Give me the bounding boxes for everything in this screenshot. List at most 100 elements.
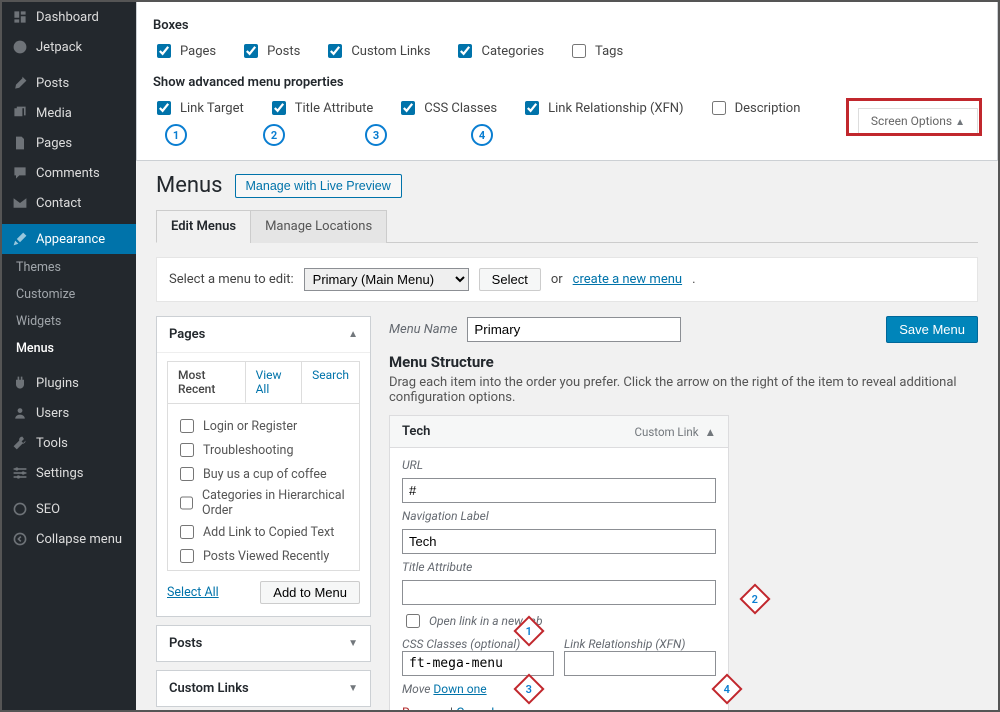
sidebar-sub-widgets[interactable]: Widgets xyxy=(2,308,136,335)
page-item[interactable]: Buy us a cup of coffee xyxy=(176,464,351,484)
jetpack-icon xyxy=(12,39,28,55)
sidebar-item-plugins[interactable]: Plugins xyxy=(2,368,136,398)
sidebar-item-settings[interactable]: Settings xyxy=(2,458,136,488)
manage-live-preview-button[interactable]: Manage with Live Preview xyxy=(235,174,402,198)
sidebar-item-posts[interactable]: Posts xyxy=(2,68,136,98)
acc-custom-links-header[interactable]: Custom Links▼ xyxy=(157,671,370,706)
page-item[interactable]: Posts Viewed Recently xyxy=(176,546,351,566)
menu-structure-hint: Drag each item into the order you prefer… xyxy=(389,375,978,405)
acc-posts-header[interactable]: Posts▼ xyxy=(157,626,370,661)
sidebar-item-appearance[interactable]: Appearance xyxy=(2,224,136,254)
annotation-blue-4: 4 xyxy=(471,124,493,146)
annotation-red-4: 4 xyxy=(711,673,742,704)
menu-select[interactable]: Primary (Main Menu) xyxy=(304,268,469,291)
screen-options-panel: Boxes Pages Posts Custom Links Categorie… xyxy=(136,2,998,161)
pages-list[interactable]: Login or Register Troubleshooting Buy us… xyxy=(167,403,360,571)
sidebar-item-dashboard[interactable]: Dashboard xyxy=(2,2,136,32)
sidebar-item-seo[interactable]: SEO xyxy=(2,494,136,524)
tab-edit-menus[interactable]: Edit Menus xyxy=(156,210,251,243)
title-attr-input[interactable] xyxy=(402,580,716,605)
adv-css-classes[interactable]: CSS Classes xyxy=(397,98,497,118)
xfn-label: Link Relationship (XFN) xyxy=(564,637,716,651)
page-item[interactable]: Author Recent Posts xyxy=(176,570,351,571)
select-all-link[interactable]: Select All xyxy=(167,585,219,600)
subtab-most-recent[interactable]: Most Recent xyxy=(168,362,246,403)
dashboard-icon xyxy=(12,9,28,25)
sidebar-item-comments[interactable]: Comments xyxy=(2,158,136,188)
menu-select-row: Select a menu to edit: Primary (Main Men… xyxy=(156,257,978,302)
add-to-menu-button[interactable]: Add to Menu xyxy=(260,581,360,604)
xfn-input[interactable] xyxy=(564,651,716,676)
sidebar-item-contact[interactable]: Contact xyxy=(2,188,136,218)
page-icon xyxy=(12,135,28,151)
boxes-row: Pages Posts Custom Links Categories Tags xyxy=(153,41,981,61)
subtab-view-all[interactable]: View All xyxy=(246,362,303,403)
nav-label-label: Navigation Label xyxy=(402,509,716,523)
chevron-up-icon: ▲ xyxy=(705,425,716,439)
box-tags[interactable]: Tags xyxy=(568,41,623,61)
seo-icon xyxy=(12,501,28,517)
admin-sidebar: Dashboard Jetpack Posts Media Pages Comm… xyxy=(2,2,136,710)
adv-row: Link Target Title Attribute CSS Classes … xyxy=(153,98,981,118)
sidebar-sub-menus[interactable]: Menus xyxy=(2,335,136,362)
remove-link[interactable]: Remove xyxy=(402,706,447,710)
menu-item-header[interactable]: Tech Custom Link ▲ xyxy=(390,416,728,448)
page-title: Menus xyxy=(156,173,223,198)
box-pages[interactable]: Pages xyxy=(153,41,216,61)
sidebar-item-jetpack[interactable]: Jetpack xyxy=(2,32,136,62)
open-new-tab-checkbox[interactable]: Open link in a new tab xyxy=(402,611,716,631)
nav-label-input[interactable] xyxy=(402,529,716,554)
select-menu-label: Select a menu to edit: xyxy=(169,272,294,287)
css-classes-input[interactable] xyxy=(402,651,554,676)
box-categories[interactable]: Categories xyxy=(454,41,544,61)
page-item[interactable]: Login or Register xyxy=(176,416,351,436)
collapse-icon xyxy=(12,531,28,547)
main-content: Boxes Pages Posts Custom Links Categorie… xyxy=(136,2,998,710)
adv-xfn[interactable]: Link Relationship (XFN) xyxy=(521,98,683,118)
annotation-blue-1: 1 xyxy=(165,124,187,146)
save-menu-button[interactable]: Save Menu xyxy=(886,316,978,343)
move-down-link[interactable]: Down one xyxy=(433,682,486,696)
cancel-link[interactable]: Cancel xyxy=(456,706,494,710)
menu-name-input[interactable] xyxy=(467,317,681,342)
page-item[interactable]: Troubleshooting xyxy=(176,440,351,460)
subtab-search[interactable]: Search xyxy=(302,362,359,403)
url-input[interactable] xyxy=(402,478,716,503)
menu-name-label: Menu Name xyxy=(389,322,457,337)
adv-heading: Show advanced menu properties xyxy=(153,75,981,90)
sidebar-sub-customize[interactable]: Customize xyxy=(2,281,136,308)
acc-pages-header[interactable]: Pages▲ xyxy=(157,317,370,353)
tab-manage-locations[interactable]: Manage Locations xyxy=(250,210,387,243)
sidebar-sub-themes[interactable]: Themes xyxy=(2,254,136,281)
adv-description[interactable]: Description xyxy=(708,98,801,118)
acc-custom-links: Custom Links▼ xyxy=(156,670,371,707)
chevron-down-icon: ▼ xyxy=(348,638,358,649)
tools-icon xyxy=(12,435,28,451)
media-icon xyxy=(12,105,28,121)
sidebar-item-collapse[interactable]: Collapse menu xyxy=(2,524,136,554)
sidebar-item-pages[interactable]: Pages xyxy=(2,128,136,158)
page-item[interactable]: Categories in Hierarchical Order xyxy=(176,488,351,518)
adv-link-target[interactable]: Link Target xyxy=(153,98,244,118)
page-item[interactable]: Add Link to Copied Text xyxy=(176,522,351,542)
mail-icon xyxy=(12,195,28,211)
annotation-blue-3: 3 xyxy=(365,124,387,146)
adv-title-attribute[interactable]: Title Attribute xyxy=(268,98,374,118)
chevron-up-icon: ▲ xyxy=(348,329,358,340)
sidebar-item-users[interactable]: Users xyxy=(2,398,136,428)
sidebar-item-media[interactable]: Media xyxy=(2,98,136,128)
select-button[interactable]: Select xyxy=(479,268,541,291)
plugin-icon xyxy=(12,375,28,391)
menu-item-tech: Tech Custom Link ▲ URL Navigation Label … xyxy=(389,415,729,710)
sidebar-item-tools[interactable]: Tools xyxy=(2,428,136,458)
screen-options-tab[interactable]: Screen Options ▲ xyxy=(858,108,978,133)
chevron-up-icon: ▲ xyxy=(955,117,965,128)
box-posts[interactable]: Posts xyxy=(240,41,300,61)
users-icon xyxy=(12,405,28,421)
annotation-red-3: 3 xyxy=(513,673,544,704)
create-new-menu-link[interactable]: create a new menu xyxy=(573,272,682,287)
annotation-blue-2: 2 xyxy=(263,124,285,146)
acc-pages: Pages▲ Most Recent View All Search Login… xyxy=(156,316,371,617)
pages-subtabs: Most Recent View All Search xyxy=(167,361,360,403)
box-custom-links[interactable]: Custom Links xyxy=(324,41,430,61)
